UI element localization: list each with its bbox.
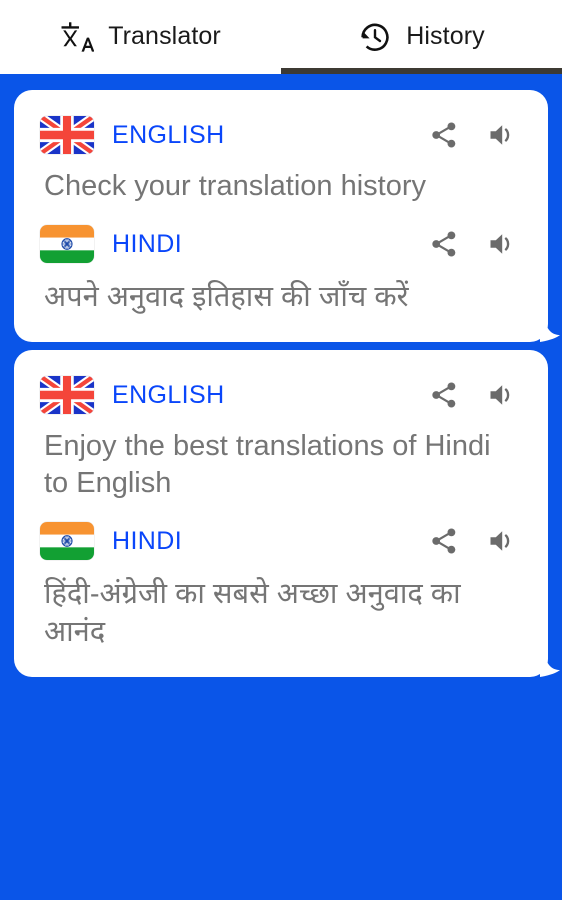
- target-actions: [426, 226, 522, 262]
- share-icon[interactable]: [426, 377, 462, 413]
- target-language-row: HINDI: [40, 221, 522, 267]
- card-tail: [540, 316, 562, 343]
- source-language-row: ENGLISH: [40, 372, 522, 418]
- source-language-row: ENGLISH: [40, 112, 522, 158]
- volume-speaker-icon[interactable]: [484, 117, 520, 153]
- history-item: ENGLISH: [14, 350, 560, 677]
- source-language-label: ENGLISH: [112, 380, 225, 409]
- target-language-row: HINDI: [40, 518, 522, 564]
- app-root: Translator History ENGLISH Check your tr…: [0, 0, 562, 900]
- source-language-label: ENGLISH: [112, 120, 225, 149]
- target-text: हिंदी-अंग्रेजी का सबसे अच्छा अनुवाद का आ…: [44, 578, 461, 648]
- translate-icon: [60, 20, 95, 54]
- tab-history-label: History: [406, 21, 485, 50]
- share-icon[interactable]: [426, 523, 462, 559]
- target-actions: [426, 523, 522, 559]
- tab-translator-label: Translator: [108, 21, 221, 50]
- tab-translator[interactable]: Translator: [0, 0, 281, 74]
- volume-speaker-icon[interactable]: [484, 377, 520, 413]
- flag-india-icon: [40, 522, 94, 561]
- flag-uk-icon: [40, 116, 94, 154]
- flag-uk-icon: [40, 376, 94, 415]
- volume-speaker-icon[interactable]: [484, 226, 520, 262]
- share-icon[interactable]: [426, 117, 462, 153]
- history-item: ENGLISH: [14, 90, 560, 343]
- volume-speaker-icon[interactable]: [484, 523, 520, 559]
- share-icon[interactable]: [426, 226, 462, 262]
- history-card[interactable]: ENGLISH: [14, 350, 560, 677]
- tab-history[interactable]: History: [281, 0, 562, 74]
- history-list: ENGLISH Check your translation history H…: [0, 74, 562, 900]
- source-text: Check your translation history: [44, 170, 426, 202]
- source-actions: [426, 117, 522, 153]
- history-card[interactable]: ENGLISH: [14, 90, 560, 343]
- target-text: अपने अनुवाद इतिहास की जाँच करें: [44, 281, 409, 314]
- history-clock-icon: [358, 20, 392, 54]
- flag-india-icon: [40, 225, 94, 264]
- tab-bar: Translator History: [0, 0, 562, 74]
- source-text: Enjoy the best translations of Hindi to …: [44, 430, 491, 500]
- target-language-label: HINDI: [112, 229, 183, 258]
- source-actions: [426, 377, 522, 413]
- card-tail: [540, 650, 562, 677]
- target-language-label: HINDI: [112, 526, 183, 555]
